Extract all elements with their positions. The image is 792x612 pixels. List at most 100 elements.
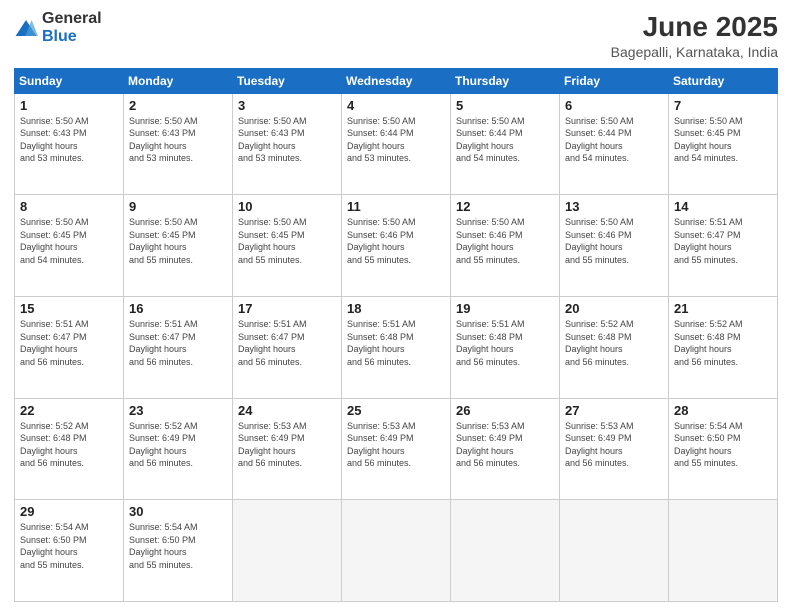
day-number: 15 (20, 301, 118, 316)
table-row: 12 Sunrise: 5:50 AMSunset: 6:46 PMDayligh… (451, 195, 560, 297)
day-info: Sunrise: 5:51 AMSunset: 6:47 PMDaylight … (129, 318, 227, 368)
table-row: 9 Sunrise: 5:50 AMSunset: 6:45 PMDaylight… (124, 195, 233, 297)
day-number: 28 (674, 403, 772, 418)
calendar-week-row: 29 Sunrise: 5:54 AMSunset: 6:50 PMDayligh… (15, 500, 778, 602)
table-row: 11Sunrise: 5:50 AMSunset: 6:46 PMDayligh… (342, 195, 451, 297)
day-info: Sunrise: 5:50 AMSunset: 6:45 PMDaylight … (20, 216, 118, 266)
day-info: Sunrise: 5:50 AMSunset: 6:44 PMDaylight … (456, 115, 554, 165)
table-row (342, 500, 451, 602)
header-friday: Friday (560, 68, 669, 93)
day-info: Sunrise: 5:50 AMSunset: 6:44 PMDaylight … (565, 115, 663, 165)
calendar-week-row: 22 Sunrise: 5:52 AMSunset: 6:48 PMDayligh… (15, 398, 778, 500)
table-row: 16Sunrise: 5:51 AMSunset: 6:47 PMDayligh… (124, 296, 233, 398)
day-number: 25 (347, 403, 445, 418)
day-number: 14 (674, 199, 772, 214)
logo-blue: Blue (42, 28, 77, 45)
day-number: 8 (20, 199, 118, 214)
day-info: Sunrise: 5:53 AMSunset: 6:49 PMDaylight … (565, 420, 663, 470)
day-info: Sunrise: 5:54 AMSunset: 6:50 PMDaylight … (129, 521, 227, 571)
table-row: 25Sunrise: 5:53 AMSunset: 6:49 PMDayligh… (342, 398, 451, 500)
table-row (451, 500, 560, 602)
header-monday: Monday (124, 68, 233, 93)
header-thursday: Thursday (451, 68, 560, 93)
main-title: June 2025 (611, 10, 778, 44)
table-row: 17 Sunrise: 5:51 AMSunset: 6:47 PMDayligh… (233, 296, 342, 398)
header-tuesday: Tuesday (233, 68, 342, 93)
calendar-week-row: 15 Sunrise: 5:51 AMSunset: 6:47 PMDayligh… (15, 296, 778, 398)
logo-icon (14, 18, 38, 38)
day-info: Sunrise: 5:50 AMSunset: 6:46 PMDaylight … (456, 216, 554, 266)
title-block: June 2025 Bagepalli, Karnataka, India (611, 10, 778, 60)
table-row: 1 Sunrise: 5:50 AMSunset: 6:43 PMDaylight… (15, 93, 124, 195)
table-row: 10 Sunrise: 5:50 AMSunset: 6:45 PMDayligh… (233, 195, 342, 297)
table-row: 19 Sunrise: 5:51 AMSunset: 6:48 PMDayligh… (451, 296, 560, 398)
day-number: 2 (129, 98, 227, 113)
table-row: 6 Sunrise: 5:50 AMSunset: 6:44 PMDaylight… (560, 93, 669, 195)
day-info: Sunrise: 5:52 AMSunset: 6:48 PMDaylight … (20, 420, 118, 470)
day-number: 4 (347, 98, 445, 113)
table-row: 18 Sunrise: 5:51 AMSunset: 6:48 PMDayligh… (342, 296, 451, 398)
day-number: 6 (565, 98, 663, 113)
day-info: Sunrise: 5:53 AMSunset: 6:49 PMDaylight … (238, 420, 336, 470)
day-info: Sunrise: 5:50 AMSunset: 6:45 PMDaylight … (238, 216, 336, 266)
day-number: 21 (674, 301, 772, 316)
table-row: 30 Sunrise: 5:54 AMSunset: 6:50 PMDayligh… (124, 500, 233, 602)
table-row: 7Sunrise: 5:50 AMSunset: 6:45 PMDaylight… (669, 93, 778, 195)
day-info: Sunrise: 5:50 AMSunset: 6:46 PMDaylight … (565, 216, 663, 266)
table-row: 14Sunrise: 5:51 AMSunset: 6:47 PMDayligh… (669, 195, 778, 297)
day-number: 24 (238, 403, 336, 418)
page: General Blue June 2025 Bagepalli, Karnat… (0, 0, 792, 612)
logo: General Blue (14, 10, 102, 46)
table-row: 5 Sunrise: 5:50 AMSunset: 6:44 PMDaylight… (451, 93, 560, 195)
day-number: 22 (20, 403, 118, 418)
day-info: Sunrise: 5:51 AMSunset: 6:48 PMDaylight … (347, 318, 445, 368)
day-info: Sunrise: 5:50 AMSunset: 6:45 PMDaylight … (129, 216, 227, 266)
day-info: Sunrise: 5:54 AMSunset: 6:50 PMDaylight … (674, 420, 772, 470)
day-info: Sunrise: 5:51 AMSunset: 6:48 PMDaylight … (456, 318, 554, 368)
day-number: 27 (565, 403, 663, 418)
table-row: 13 Sunrise: 5:50 AMSunset: 6:46 PMDayligh… (560, 195, 669, 297)
table-row: 8 Sunrise: 5:50 AMSunset: 6:45 PMDaylight… (15, 195, 124, 297)
day-info: Sunrise: 5:50 AMSunset: 6:43 PMDaylight … (20, 115, 118, 165)
day-number: 10 (238, 199, 336, 214)
day-number: 17 (238, 301, 336, 316)
table-row: 24 Sunrise: 5:53 AMSunset: 6:49 PMDayligh… (233, 398, 342, 500)
day-info: Sunrise: 5:54 AMSunset: 6:50 PMDaylight … (20, 521, 118, 571)
day-number: 1 (20, 98, 118, 113)
header-wednesday: Wednesday (342, 68, 451, 93)
day-info: Sunrise: 5:50 AMSunset: 6:44 PMDaylight … (347, 115, 445, 165)
table-row: 20 Sunrise: 5:52 AMSunset: 6:48 PMDayligh… (560, 296, 669, 398)
table-row: 3 Sunrise: 5:50 AMSunset: 6:43 PMDaylight… (233, 93, 342, 195)
logo-general: General (42, 10, 102, 27)
day-info: Sunrise: 5:50 AMSunset: 6:46 PMDaylight … (347, 216, 445, 266)
table-row (233, 500, 342, 602)
header: General Blue June 2025 Bagepalli, Karnat… (14, 10, 778, 60)
day-info: Sunrise: 5:50 AMSunset: 6:43 PMDaylight … (238, 115, 336, 165)
day-number: 19 (456, 301, 554, 316)
subtitle: Bagepalli, Karnataka, India (611, 44, 778, 60)
day-info: Sunrise: 5:51 AMSunset: 6:47 PMDaylight … (20, 318, 118, 368)
table-row (560, 500, 669, 602)
table-row: 26Sunrise: 5:53 AMSunset: 6:49 PMDayligh… (451, 398, 560, 500)
table-row: 21Sunrise: 5:52 AMSunset: 6:48 PMDayligh… (669, 296, 778, 398)
table-row (669, 500, 778, 602)
day-number: 20 (565, 301, 663, 316)
day-info: Sunrise: 5:50 AMSunset: 6:43 PMDaylight … (129, 115, 227, 165)
day-number: 9 (129, 199, 227, 214)
day-info: Sunrise: 5:50 AMSunset: 6:45 PMDaylight … (674, 115, 772, 165)
day-number: 29 (20, 504, 118, 519)
day-number: 5 (456, 98, 554, 113)
header-sunday: Sunday (15, 68, 124, 93)
calendar-week-row: 1 Sunrise: 5:50 AMSunset: 6:43 PMDaylight… (15, 93, 778, 195)
day-number: 18 (347, 301, 445, 316)
day-number: 12 (456, 199, 554, 214)
table-row: 4 Sunrise: 5:50 AMSunset: 6:44 PMDaylight… (342, 93, 451, 195)
day-number: 3 (238, 98, 336, 113)
day-number: 30 (129, 504, 227, 519)
day-info: Sunrise: 5:52 AMSunset: 6:48 PMDaylight … (565, 318, 663, 368)
table-row: 22 Sunrise: 5:52 AMSunset: 6:48 PMDayligh… (15, 398, 124, 500)
table-row: 28 Sunrise: 5:54 AMSunset: 6:50 PMDayligh… (669, 398, 778, 500)
calendar-table: Sunday Monday Tuesday Wednesday Thursday… (14, 68, 778, 602)
day-info: Sunrise: 5:51 AMSunset: 6:47 PMDaylight … (238, 318, 336, 368)
day-number: 13 (565, 199, 663, 214)
